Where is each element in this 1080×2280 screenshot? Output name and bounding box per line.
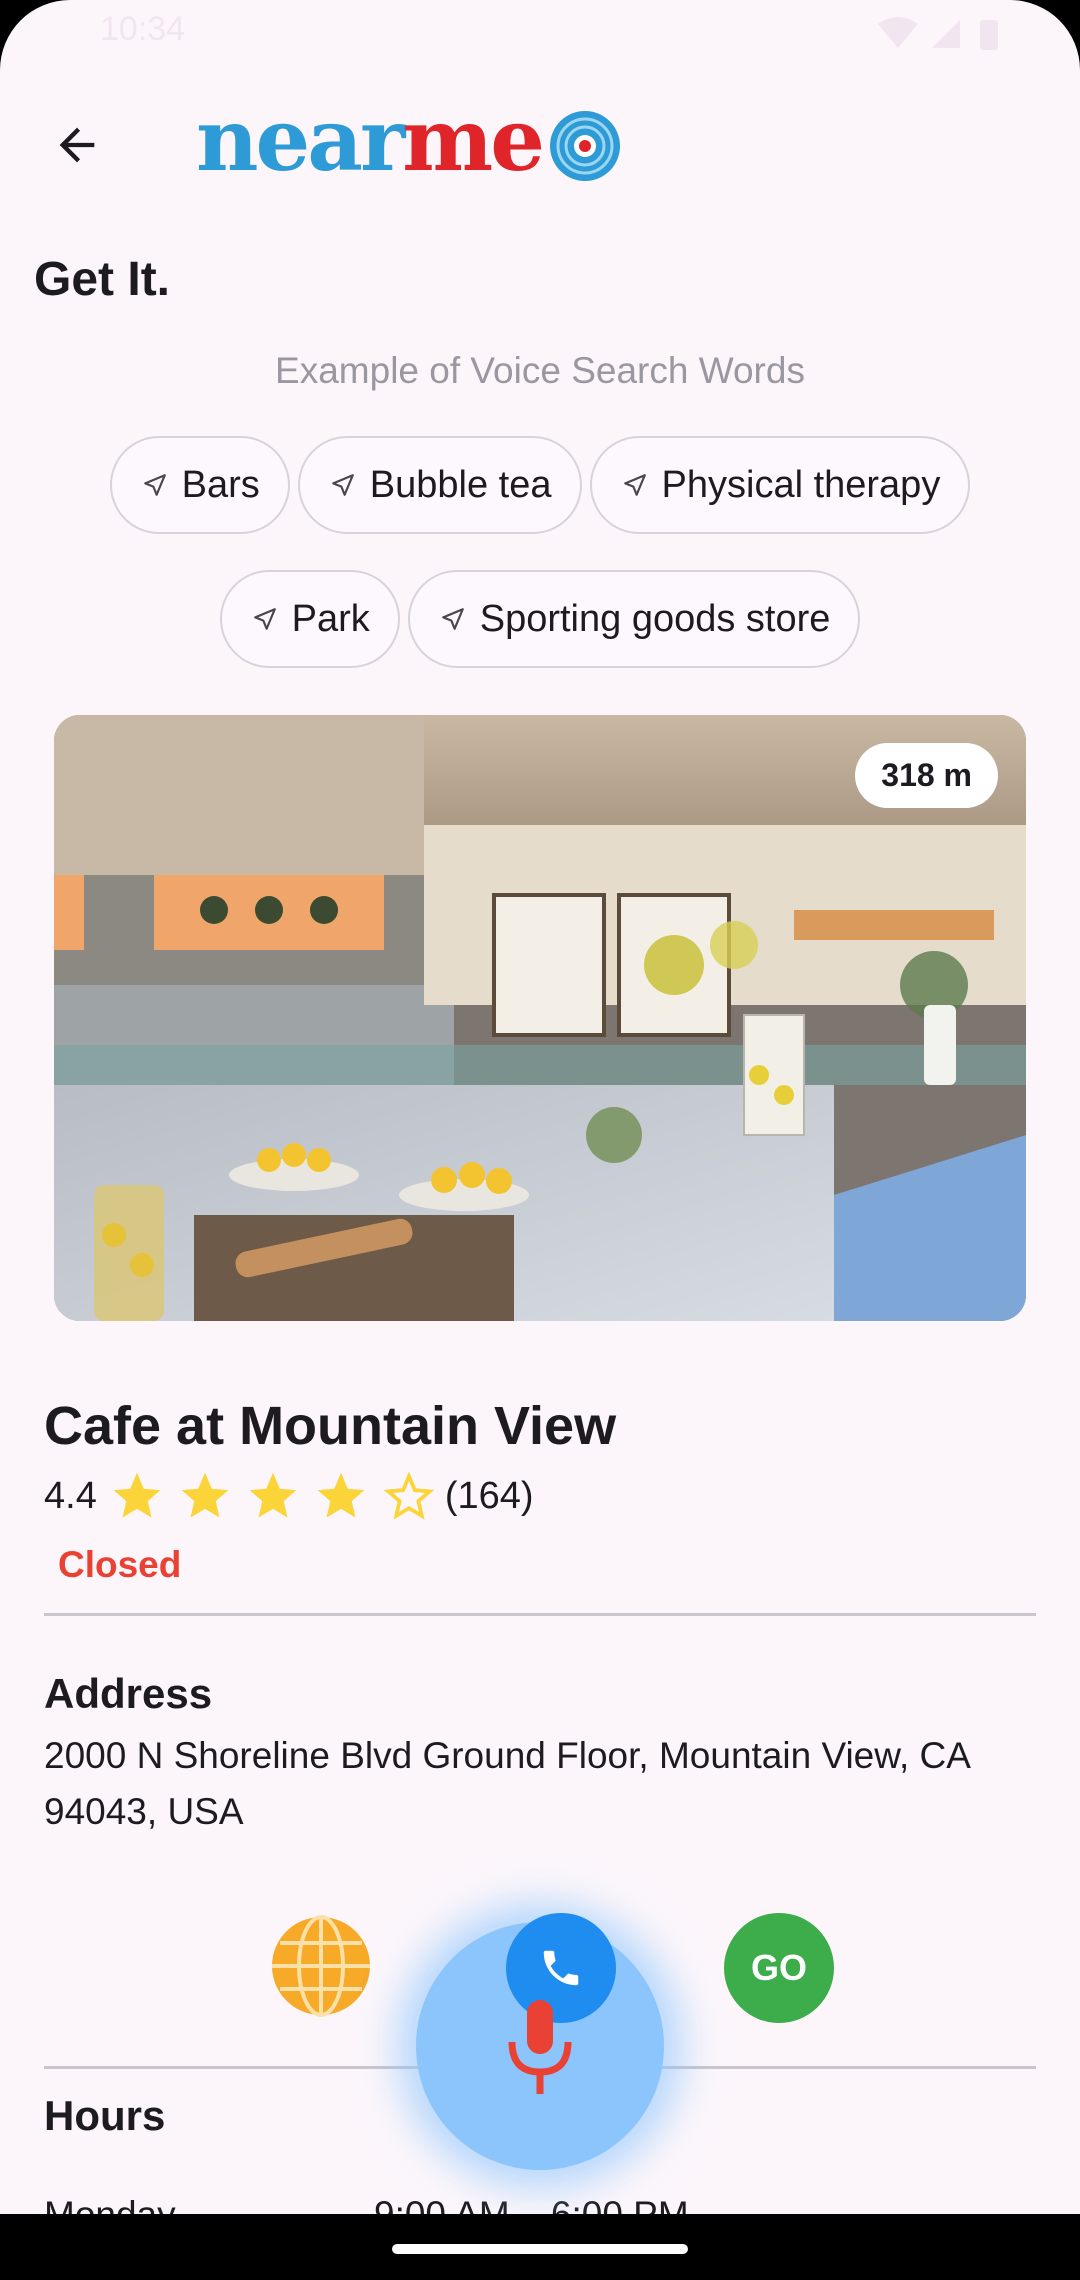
hours-title: Hours [44,2092,166,2139]
signal-icon [932,20,960,48]
voice-examples-label: Example of Voice Search Words [275,350,805,391]
divider [44,1613,1036,1616]
star-filled-icon [113,1472,161,1518]
status-icons [870,14,1010,59]
star-filled-icon [317,1472,365,1518]
battery-icon [980,20,998,50]
chip-label: Park [291,597,370,640]
navigation-arrow-icon [331,474,354,496]
status-time: 10:34 [100,10,186,48]
address-text: 2000 N Shoreline Blvd Ground Floor, Moun… [44,1735,969,1832]
arrow-left-icon [59,127,95,163]
go-button[interactable]: GO [724,1913,834,2023]
app-bar: near me [0,90,1080,200]
status-bar: 10:34 [0,0,1080,64]
chip-label: Physical therapy [661,463,941,506]
navigation-arrow-icon [441,608,464,630]
voice-chips-row-2: Park Sporting goods store [0,570,1080,668]
app-logo: near me [196,98,622,184]
app-screen: 10:34 near me Get It. Example of Voice S… [0,0,1080,2280]
open-status: Closed [58,1544,182,1585]
chip-park[interactable]: Park [219,570,400,668]
reviews-count: (164) [444,1474,534,1517]
voice-chips-row-1: Bars Bubble tea Physical therapy [0,436,1080,534]
section-title: Get It. [34,253,171,306]
star-outline-icon [383,1471,435,1520]
globe-icon [272,1915,370,2017]
chip-label: Bubble tea [369,463,552,506]
chip-bubble-tea[interactable]: Bubble tea [297,436,582,534]
star-filled-icon [181,1472,229,1518]
navigation-arrow-icon [623,474,646,496]
chip-sporting-goods-store[interactable]: Sporting goods store [407,570,861,668]
wifi-icon [878,17,918,48]
address-label: Address [44,1670,213,1717]
navigation-arrow-icon [143,474,166,496]
home-indicator[interactable] [392,2244,688,2254]
back-button[interactable] [40,108,114,182]
website-button[interactable] [270,1915,372,2017]
logo-text-me: me [402,90,545,191]
star-filled-icon [249,1472,297,1518]
chip-bars[interactable]: Bars [109,436,290,534]
chip-label: Bars [181,463,260,506]
chip-label: Sporting goods store [479,597,831,640]
system-navigation-bar [0,2214,1080,2280]
logo-text-near: near [196,90,405,191]
target-icon [550,111,620,181]
microphone-icon [508,2000,572,2094]
chip-physical-therapy[interactable]: Physical therapy [589,436,971,534]
rating-row: 4.4 (164) [44,1468,534,1524]
place-name: Cafe at Mountain View [44,1396,617,1456]
navigation-arrow-icon [253,608,276,630]
place-photo[interactable]: 318 m [54,715,1026,1321]
rating-value: 4.4 [44,1474,97,1517]
phone-icon [543,1950,579,1986]
distance-badge: 318 m [855,743,998,808]
